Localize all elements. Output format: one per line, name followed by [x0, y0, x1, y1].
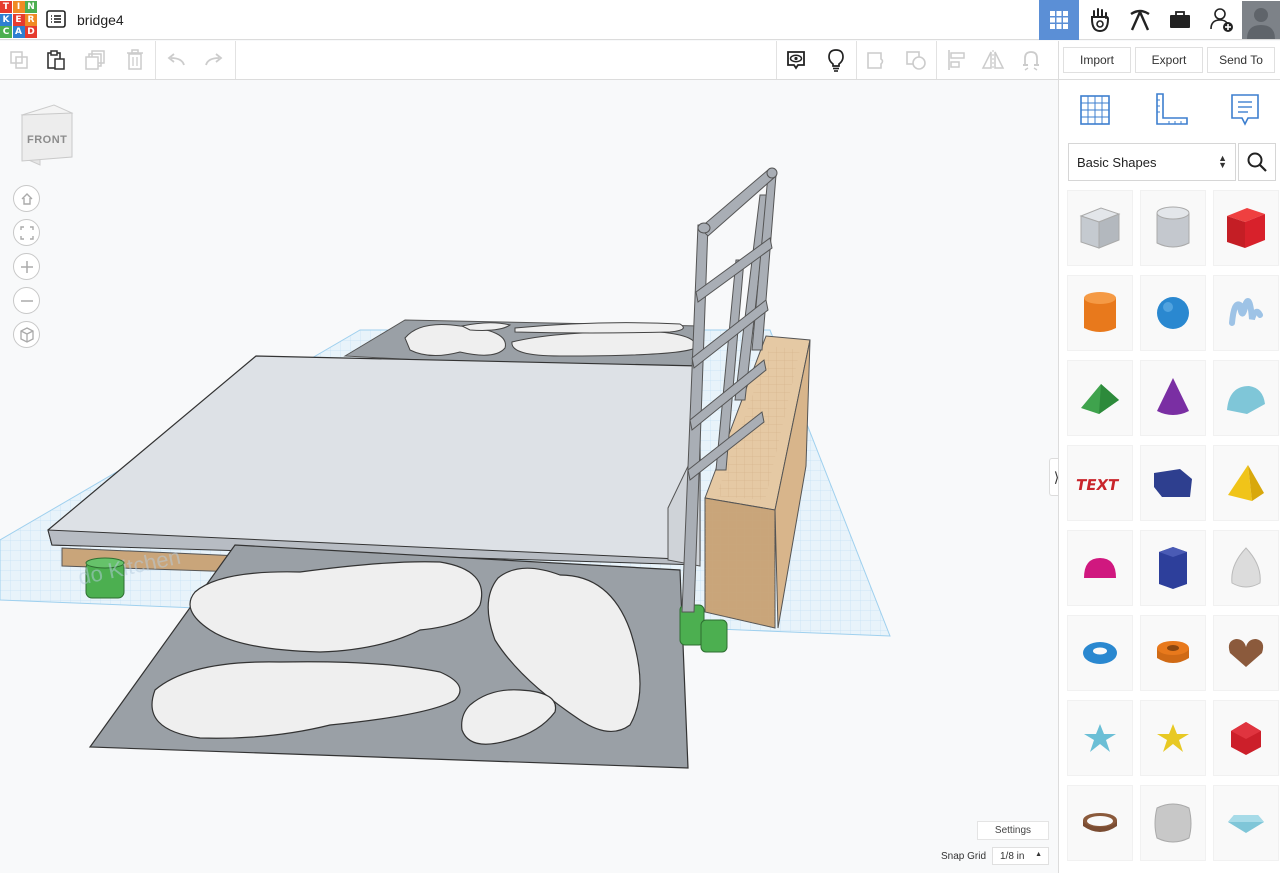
sort-arrows-icon: ▲ ▼ — [1218, 153, 1227, 170]
shape-heart[interactable] — [1213, 615, 1279, 691]
shape-ring[interactable] — [1067, 785, 1133, 861]
gallery-icon[interactable] — [1080, 0, 1120, 40]
import-button[interactable]: Import — [1063, 47, 1131, 73]
snap-grid-value: 1/8 in — [1000, 851, 1025, 862]
logo-letter: N — [25, 1, 37, 13]
shape-half-sphere[interactable] — [1067, 530, 1133, 606]
shape-cone[interactable] — [1140, 360, 1206, 436]
shape-scribble[interactable] — [1213, 275, 1279, 351]
shape-icosahedron[interactable] — [1213, 700, 1279, 776]
ruler-icon[interactable] — [1151, 90, 1191, 130]
logo-letter: D — [25, 26, 37, 38]
design-list-icon[interactable] — [46, 10, 66, 28]
shape-sphere[interactable] — [1140, 275, 1206, 351]
redo-icon[interactable] — [195, 41, 233, 79]
logo-letter: E — [12, 13, 25, 26]
view-cube[interactable]: FRONT — [18, 103, 76, 172]
tinkercad-logo[interactable]: T I N K E R C A D — [0, 1, 37, 38]
snap-grid-select[interactable]: 1/8 in ▲ — [992, 847, 1049, 865]
shape-category-value: Basic Shapes — [1077, 155, 1157, 170]
shape-search-button[interactable] — [1238, 143, 1276, 181]
home-icon[interactable] — [13, 185, 40, 212]
design-title[interactable]: bridge4 — [77, 12, 124, 28]
shape-round-roof[interactable] — [1213, 360, 1279, 436]
shape-grid: TEXT — [1067, 190, 1279, 861]
shape-torus[interactable] — [1067, 615, 1133, 691]
zoom-in-icon[interactable] — [13, 253, 40, 280]
delete-icon[interactable] — [116, 41, 154, 79]
send-to-button[interactable]: Send To — [1207, 47, 1275, 73]
ungroup-icon[interactable] — [897, 41, 935, 79]
shape-text[interactable]: TEXT — [1067, 445, 1133, 521]
search-icon — [1247, 152, 1267, 172]
shape-diamond[interactable] — [1213, 785, 1279, 861]
shape-roof[interactable] — [1067, 360, 1133, 436]
shape-star-gold[interactable] — [1140, 700, 1206, 776]
perspective-icon[interactable] — [13, 321, 40, 348]
grid-view-icon[interactable] — [1039, 0, 1079, 40]
shape-pyramid[interactable] — [1213, 445, 1279, 521]
3d-workplane-viewport[interactable]: do Kitchen FRONT — [0, 80, 1058, 873]
toolbar-divider — [155, 41, 156, 79]
undo-icon[interactable] — [157, 41, 195, 79]
align-icon[interactable] — [937, 41, 975, 79]
magnet-icon[interactable] — [1012, 41, 1050, 79]
shape-category-select[interactable]: Basic Shapes ▲ ▼ — [1068, 143, 1236, 181]
briefcase-icon[interactable] — [1160, 0, 1200, 40]
shape-tube[interactable] — [1140, 615, 1206, 691]
settings-button[interactable]: Settings — [977, 821, 1049, 840]
copy-icon[interactable] — [0, 41, 38, 79]
avatar[interactable] — [1242, 0, 1280, 40]
export-button[interactable]: Export — [1135, 47, 1203, 73]
shape-box[interactable] — [1213, 190, 1279, 266]
lightbulb-icon[interactable] — [817, 41, 855, 79]
group-icon[interactable] — [857, 41, 895, 79]
pickaxe-icon[interactable] — [1120, 0, 1160, 40]
shape-rounded-box[interactable] — [1140, 785, 1206, 861]
logo-letter: A — [12, 26, 25, 38]
logo-letter: T — [0, 1, 12, 13]
toolbar-divider — [235, 41, 236, 79]
view-cube-front-label: FRONT — [27, 134, 68, 146]
edit-toolbar — [0, 41, 1058, 80]
logo-letter: K — [0, 13, 12, 26]
caret-up-icon: ▲ — [1035, 851, 1042, 858]
zoom-out-icon[interactable] — [13, 287, 40, 314]
shape-box-hole[interactable] — [1067, 190, 1133, 266]
bridge-deck — [47, 355, 701, 561]
top-bar: T I N K E R C A D bridge4 — [0, 0, 1280, 40]
logo-letter: I — [12, 1, 25, 13]
snap-grid-label: Snap Grid — [941, 851, 987, 862]
paste-icon[interactable] — [37, 41, 75, 79]
mirror-icon[interactable] — [974, 41, 1012, 79]
notes-icon[interactable] — [1225, 90, 1265, 130]
logo-letter: C — [0, 26, 12, 38]
file-actions-bar: Import Export Send To — [1058, 41, 1280, 80]
workplane-scene[interactable]: do Kitchen — [0, 80, 1058, 873]
shape-paraboloid[interactable] — [1213, 530, 1279, 606]
fit-all-icon[interactable] — [13, 219, 40, 246]
shapes-panel: Basic Shapes ▲ ▼ TEXT — [1058, 80, 1280, 873]
shape-cylinder[interactable] — [1067, 275, 1133, 351]
shape-cylinder-hole[interactable] — [1140, 190, 1206, 266]
logo-letter: R — [25, 13, 37, 26]
duplicate-icon[interactable] — [77, 41, 115, 79]
svg-text:TEXT: TEXT — [1076, 476, 1121, 494]
shape-polygon[interactable] — [1140, 445, 1206, 521]
show-all-icon[interactable] — [777, 41, 815, 79]
workplane-icon[interactable] — [1075, 90, 1115, 130]
shape-star[interactable] — [1067, 700, 1133, 776]
add-user-icon[interactable] — [1202, 0, 1242, 40]
shape-hexagonal-prism[interactable] — [1140, 530, 1206, 606]
